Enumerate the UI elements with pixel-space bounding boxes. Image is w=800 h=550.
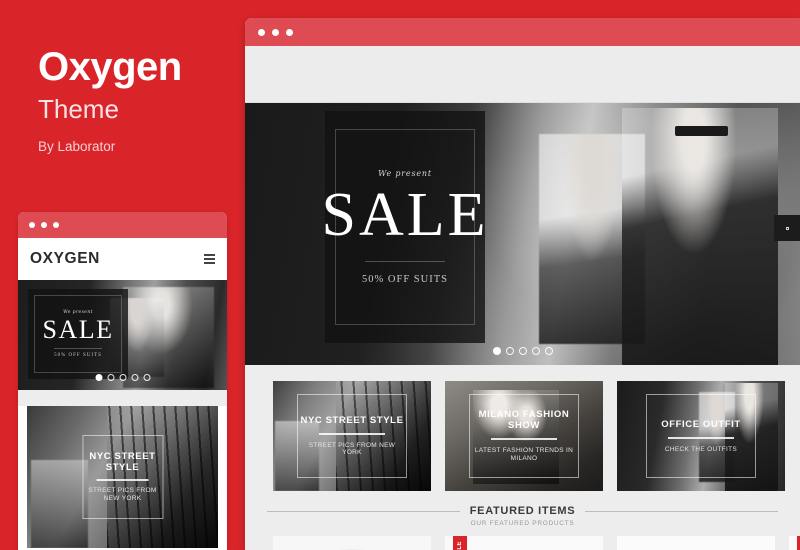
divider	[668, 436, 734, 439]
mobile-site-logo: OXYGEN	[30, 250, 100, 267]
promo-frame: MILANO FASHION SHOW LATEST FASHION TREND…	[469, 394, 579, 478]
promo-card-nyc-street-style[interactable]: NYC STREET STYLE STREET PICS FROM NEW YO…	[273, 381, 431, 491]
divider	[319, 432, 385, 435]
featured-subtitle: OUR FEATURED PRODUCTS	[470, 520, 575, 527]
featured-header: FEATURED ITEMS	[245, 505, 800, 517]
promo-title: OFFICE OUTFIT	[661, 418, 741, 430]
slider-dot[interactable]	[119, 374, 126, 381]
promo-card-office-outfit[interactable]: OFFICE OUTFIT CHECK THE OUTFITS	[617, 381, 785, 491]
brand-block: Oxygen Theme By Laborator	[38, 47, 238, 154]
product-card[interactable]: SALE	[445, 536, 603, 550]
promo-subtitle: STREET PICS FROM NEW YORK	[308, 441, 396, 457]
hamburger-menu-icon[interactable]	[204, 254, 215, 264]
page-title: Oxygen	[38, 45, 182, 89]
promo-subtitle: CHECK THE OUTFITS	[664, 445, 738, 453]
mobile-slider-dots[interactable]	[95, 374, 150, 381]
hero-sale-subtext: 50% OFF SUITS	[362, 273, 448, 285]
mobile-sale-headline: SALE	[42, 314, 114, 344]
brand-subtitle: Theme	[38, 94, 119, 124]
hero-sale-headline: SALE	[321, 181, 489, 250]
divider	[267, 510, 460, 512]
hero-slider-dots[interactable]	[492, 347, 553, 355]
status-badge: SALE	[453, 536, 467, 550]
mobile-sale-banner: We present SALE 50% OFF SUITS	[28, 289, 128, 379]
mobile-present-text: We present	[63, 309, 93, 315]
sale-badge-label: SALE	[457, 540, 463, 550]
slider-dot[interactable]	[492, 347, 501, 355]
divider	[585, 510, 779, 512]
product-card[interactable]	[273, 536, 431, 550]
slider-dot[interactable]	[518, 347, 527, 355]
settings-button[interactable]	[774, 215, 800, 241]
product-image	[273, 536, 431, 550]
slider-dot[interactable]	[143, 374, 150, 381]
promo-title: NYC STREET STYLE	[300, 414, 404, 426]
hero-present-text: We present	[378, 169, 432, 179]
promo-title: MILANO FASHION SHOW	[478, 409, 570, 432]
divider	[96, 479, 149, 482]
promo-card-milano-fashion-show[interactable]: MILANO FASHION SHOW LATEST FASHION TREND…	[445, 381, 603, 491]
mobile-spacer	[18, 390, 227, 406]
window-dot-minimize[interactable]	[41, 222, 47, 228]
slider-dot[interactable]	[505, 347, 514, 355]
browser-titlebar	[245, 18, 800, 46]
mobile-promo-frame: NYC STREET STYLE STREET PICS FROM NEW YO…	[82, 435, 163, 519]
promo-card-row: NYC STREET STYLE STREET PICS FROM NEW YO…	[245, 365, 800, 501]
promo-frame: OFFICE OUTFIT CHECK THE OUTFITS	[646, 394, 756, 478]
mobile-preview-window: OXYGEN We present SALE 50% OFF SUITS NYC…	[18, 212, 227, 550]
slider-dot[interactable]	[95, 374, 102, 381]
divider	[53, 348, 103, 350]
mobile-promo-card[interactable]: NYC STREET STYLE STREET PICS FROM NEW YO…	[27, 406, 218, 548]
left-brand-panel: Oxygen Theme By Laborator OXYGEN We pres…	[0, 0, 245, 550]
mobile-promo-subtitle: STREET PICS FROM NEW YORK	[88, 487, 157, 502]
window-dot-close[interactable]	[29, 222, 35, 228]
brand-author: By Laborator	[38, 139, 116, 154]
product-card[interactable]	[617, 536, 775, 550]
promo-subtitle: LATEST FASHION TRENDS IN MILANO	[474, 447, 574, 462]
hero-slider[interactable]: We present SALE 50% OFF SUITS	[245, 103, 800, 365]
featured-items-section: FEATURED ITEMS OUR FEATURED PRODUCTS SAL…	[245, 501, 800, 550]
featured-title: FEATURED ITEMS	[469, 505, 576, 517]
mobile-site-header: OXYGEN	[18, 238, 227, 280]
mobile-hero-slider[interactable]: We present SALE 50% OFF SUITS	[18, 280, 227, 390]
slider-dot[interactable]	[544, 347, 553, 355]
divider	[491, 438, 557, 441]
window-dot-maximize[interactable]	[53, 222, 59, 228]
hero-sale-banner: We present SALE 50% OFF SUITS	[322, 111, 486, 343]
product-image	[445, 536, 603, 550]
product-card[interactable]: SALE	[789, 536, 800, 550]
mobile-titlebar	[18, 212, 227, 238]
window-dot-close[interactable]	[258, 28, 265, 36]
slider-dot[interactable]	[131, 374, 138, 381]
mobile-sale-subtext: 50% OFF SUITS	[54, 353, 102, 359]
product-image	[617, 536, 775, 550]
mobile-promo-title: NYC STREET STYLE	[89, 451, 156, 474]
product-row: SALE SALE	[245, 527, 800, 550]
hero-model-primary	[622, 108, 778, 365]
promo-frame: NYC STREET STYLE STREET PICS FROM NEW YO…	[297, 394, 407, 478]
slider-dot[interactable]	[531, 347, 540, 355]
promo-figure	[30, 459, 89, 548]
slider-dot[interactable]	[107, 374, 114, 381]
window-dot-minimize[interactable]	[272, 28, 279, 36]
divider	[365, 260, 445, 262]
window-dot-maximize[interactable]	[286, 28, 293, 36]
browser-preview-window: We present SALE 50% OFF SUITS NYC STREET…	[245, 18, 800, 550]
gear-icon	[785, 226, 789, 230]
browser-toolbar	[245, 46, 800, 103]
